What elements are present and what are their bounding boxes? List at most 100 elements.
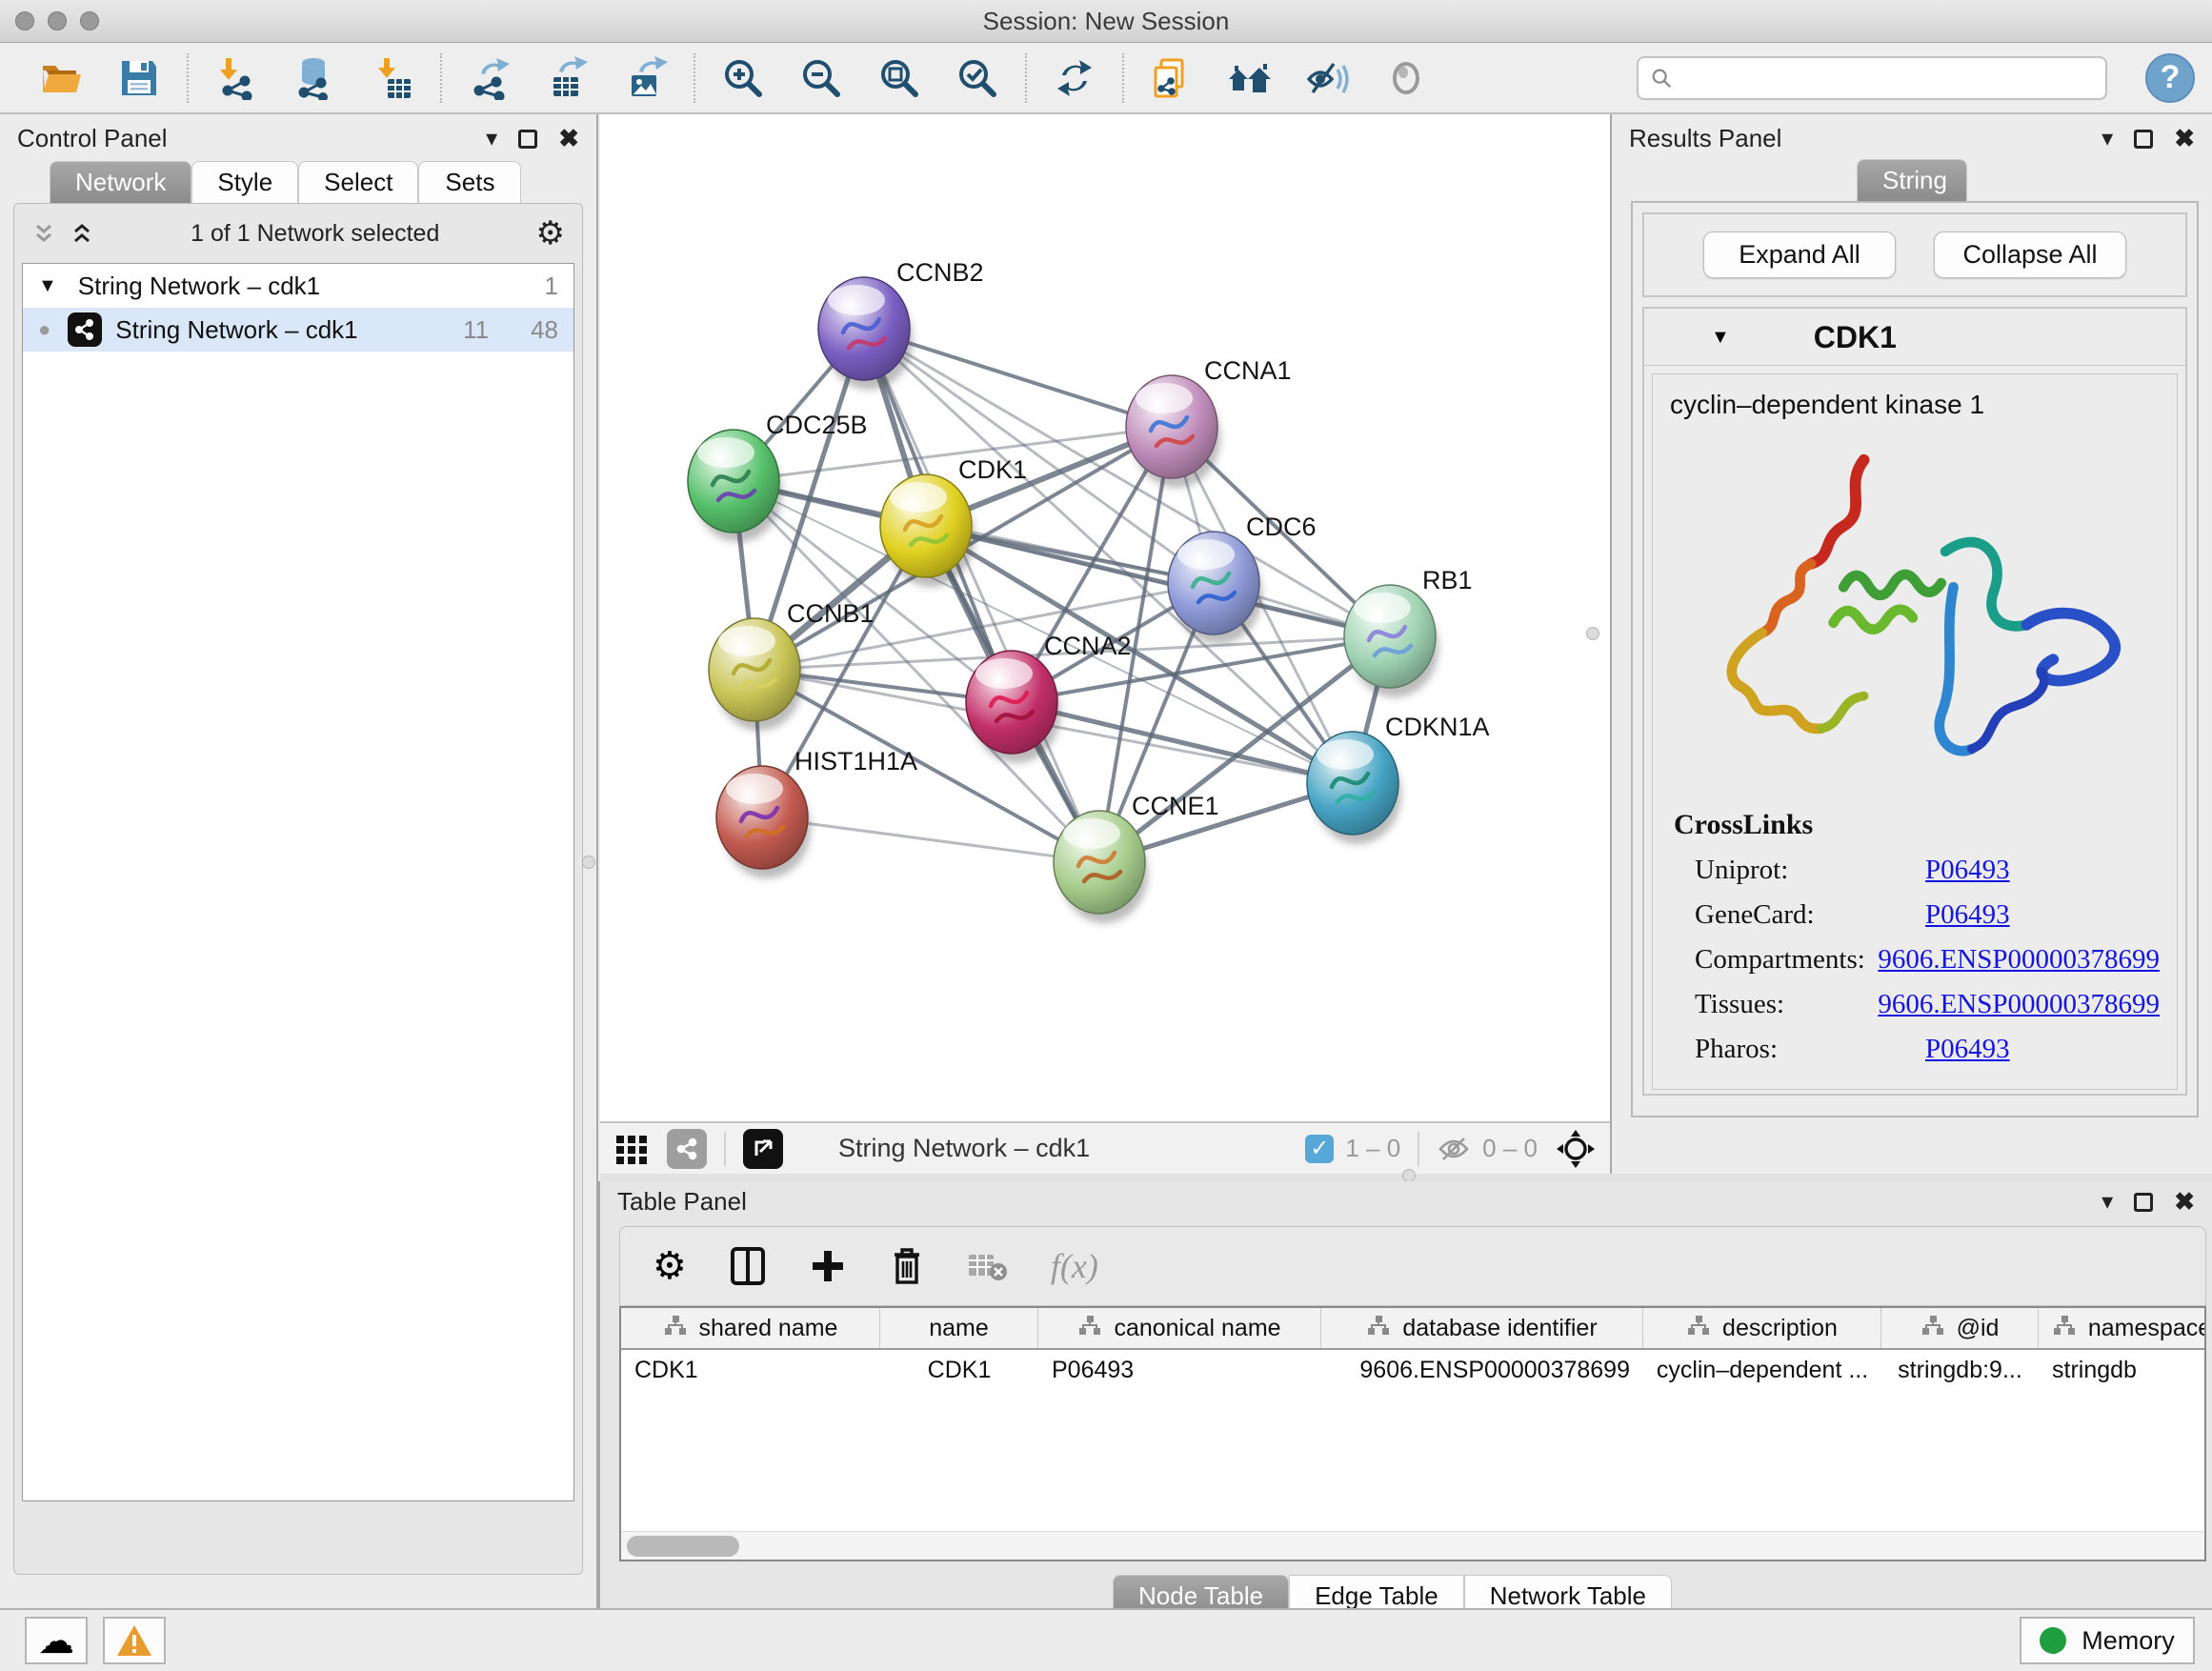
expand-all-button[interactable]: Expand All: [1703, 232, 1896, 278]
hide-graphics-details-icon[interactable]: [1305, 55, 1351, 101]
refresh-icon[interactable]: [1052, 55, 1097, 101]
table-cell[interactable]: stringdb: [2039, 1350, 2206, 1390]
fit-selected-crosshair-icon[interactable]: [1555, 1128, 1597, 1170]
column-tree-icon: [1366, 1314, 1391, 1343]
warnings-button[interactable]: [103, 1617, 166, 1664]
edge-HIST1H1A-CCNE1[interactable]: [762, 817, 1099, 862]
help-button[interactable]: ?: [2145, 53, 2195, 103]
network-options-gear-icon[interactable]: ⚙: [536, 217, 565, 250]
crosslink-link[interactable]: P06493: [1925, 899, 2010, 931]
import-table-file-icon[interactable]: [370, 55, 415, 101]
edge-CCNA2-CDKN1A[interactable]: [1012, 702, 1353, 783]
open-session-icon[interactable]: [38, 55, 84, 101]
crosslink-link[interactable]: P06493: [1925, 855, 2010, 886]
cloud-button[interactable]: ☁: [25, 1617, 88, 1664]
home-icon[interactable]: [1227, 55, 1273, 101]
crosslink-link[interactable]: 9606.ENSP00000378699: [1878, 989, 2160, 1020]
crosslink-link[interactable]: P06493: [1925, 1034, 2010, 1065]
table-cell[interactable]: CDK1: [621, 1350, 880, 1390]
table-cell[interactable]: 9606.ENSP00000378699: [1321, 1350, 1643, 1390]
column-header-@id[interactable]: @id: [1881, 1308, 2039, 1348]
import-network-database-icon[interactable]: [292, 55, 337, 101]
gene-expander-icon[interactable]: ▼: [1711, 327, 1730, 349]
edge-CCNB2-CCNE1[interactable]: [864, 329, 1099, 862]
bottom-splitter-handle[interactable]: [1402, 1169, 1416, 1182]
zoom-out-icon[interactable]: [798, 55, 844, 101]
panel-menu-icon[interactable]: ▾: [486, 128, 497, 151]
import-network-file-icon[interactable]: [213, 55, 259, 101]
delete-column-icon[interactable]: [889, 1245, 925, 1287]
scrollbar-thumb[interactable]: [627, 1536, 739, 1557]
network-collection-row[interactable]: ▼ String Network – cdk1 1: [23, 264, 573, 308]
float-panel-icon[interactable]: [518, 130, 537, 149]
node-CDKN1A[interactable]: CDKN1A: [1307, 713, 1490, 844]
column-label: namespace: [2088, 1315, 2206, 1342]
show-columns-icon[interactable]: [729, 1245, 767, 1287]
expand-all-icon[interactable]: [70, 221, 94, 246]
node-HIST1H1A[interactable]: HIST1H1A: [716, 747, 917, 878]
network-row[interactable]: ● String Network – cdk1 11 48: [23, 308, 573, 352]
window-title: Session: New Session: [0, 7, 2212, 36]
table-cell[interactable]: P06493: [1038, 1350, 1321, 1390]
zoom-in-icon[interactable]: [720, 55, 766, 101]
delete-table-icon[interactable]: [967, 1249, 1009, 1283]
column-header-canonical-name[interactable]: canonical name: [1038, 1308, 1321, 1348]
tab-select[interactable]: Select: [298, 161, 418, 203]
close-panel-icon[interactable]: ✖: [558, 124, 579, 153]
close-panel-icon[interactable]: ✖: [2174, 1187, 2195, 1217]
tab-style[interactable]: Style: [191, 161, 298, 203]
node-CCNB2[interactable]: CCNB2: [818, 258, 984, 390]
left-splitter-handle[interactable]: [582, 856, 595, 869]
results-panel-title: Results Panel: [1629, 124, 1781, 153]
show-graphics-details-icon[interactable]: [1383, 55, 1429, 101]
search-box[interactable]: [1637, 56, 2107, 100]
node-CDK1[interactable]: CDK1: [880, 455, 1027, 587]
panel-menu-icon[interactable]: ▾: [2101, 128, 2113, 151]
network-share-icon[interactable]: [667, 1129, 707, 1169]
export-table-icon[interactable]: [545, 55, 591, 101]
duplicate-network-icon[interactable]: [1149, 55, 1195, 101]
node-CDC6[interactable]: CDC6: [1168, 513, 1317, 644]
tab-sets[interactable]: Sets: [418, 161, 521, 203]
export-network-icon[interactable]: [467, 55, 513, 101]
table-cell[interactable]: CDK1: [880, 1350, 1038, 1390]
search-input[interactable]: [1682, 64, 2094, 92]
network-canvas[interactable]: CCNB2CCNA1CDC25BCDK1CDC6RB1CCNB1CCNA2CDK…: [600, 114, 1610, 1121]
panel-menu-icon[interactable]: ▾: [2101, 1191, 2113, 1214]
node-CCNA1[interactable]: CCNA1: [1126, 356, 1292, 488]
column-header-namespace[interactable]: namespace: [2039, 1308, 2206, 1348]
collapse-all-button[interactable]: Collapse All: [1934, 232, 2126, 278]
column-header-name[interactable]: name: [880, 1308, 1038, 1348]
table-options-gear-icon[interactable]: ⚙: [653, 1247, 687, 1285]
search-icon: [1650, 66, 1673, 91]
node-RB1[interactable]: RB1: [1344, 566, 1473, 697]
table-row[interactable]: CDK1CDK1P064939606.ENSP00000378699cyclin…: [621, 1350, 2204, 1390]
zoom-selected-icon[interactable]: [955, 55, 1000, 101]
table-cell[interactable]: stringdb:9...: [1881, 1350, 2039, 1390]
collection-expander-icon[interactable]: ▼: [38, 275, 57, 297]
float-panel-icon[interactable]: [2134, 130, 2153, 149]
zoom-fit-icon[interactable]: [876, 55, 922, 101]
table-cell[interactable]: cyclin–dependent ...: [1643, 1350, 1881, 1390]
selected-checkbox-icon[interactable]: ✓: [1305, 1135, 1334, 1163]
column-header-shared-name[interactable]: shared name: [621, 1308, 880, 1348]
float-panel-icon[interactable]: [2134, 1193, 2153, 1212]
add-column-icon[interactable]: [809, 1247, 847, 1285]
column-header-description[interactable]: description: [1643, 1308, 1881, 1348]
crosslink-link[interactable]: 9606.ENSP00000378699: [1878, 944, 2160, 976]
horizontal-scrollbar[interactable]: [621, 1531, 2204, 1560]
right-splitter-handle[interactable]: [1586, 627, 1599, 640]
function-builder-icon[interactable]: f(x): [1051, 1246, 1098, 1286]
column-header-database-identifier[interactable]: database identifier: [1321, 1308, 1643, 1348]
grid-view-icon[interactable]: [613, 1131, 650, 1167]
export-image-icon[interactable]: [623, 55, 669, 101]
node-CDC25B[interactable]: CDC25B: [688, 411, 868, 542]
memory-button[interactable]: Memory: [2020, 1617, 2195, 1664]
open-in-new-window-icon[interactable]: [743, 1129, 783, 1169]
tab-network[interactable]: Network: [50, 161, 191, 203]
collapse-all-icon[interactable]: [31, 221, 56, 246]
column-tree-icon: [1920, 1314, 1945, 1343]
close-panel-icon[interactable]: ✖: [2174, 124, 2195, 153]
save-session-icon[interactable]: [116, 55, 162, 101]
tab-string[interactable]: String: [1857, 159, 1967, 201]
